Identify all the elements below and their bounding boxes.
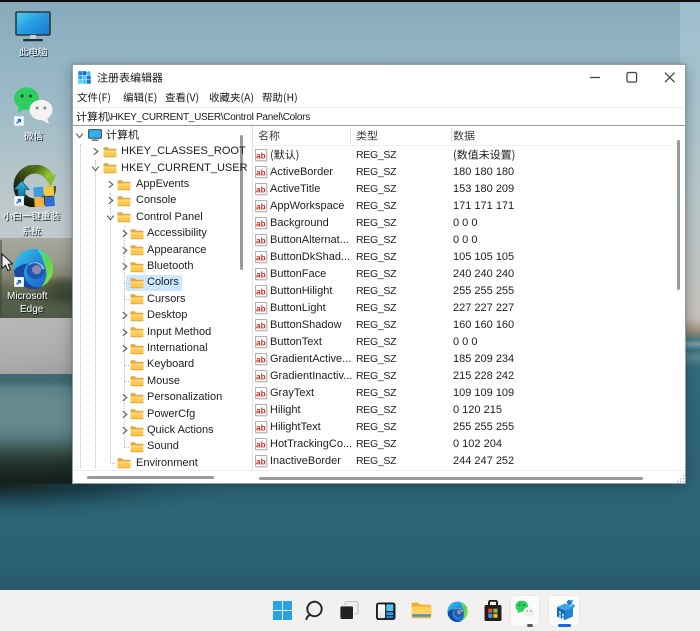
svg-text:ab: ab [256, 406, 266, 415]
svg-text:ab: ab [256, 202, 266, 211]
svg-text:ab: ab [256, 168, 266, 177]
svg-text:ab: ab [256, 440, 266, 449]
svg-text:ab: ab [256, 185, 266, 194]
svg-text:ab: ab [256, 236, 266, 245]
svg-text:ab: ab [256, 270, 266, 279]
svg-text:ab: ab [256, 389, 266, 398]
svg-text:ab: ab [256, 287, 266, 296]
svg-text:ab: ab [256, 372, 266, 381]
svg-text:ab: ab [256, 219, 266, 228]
svg-text:ab: ab [256, 457, 266, 466]
svg-text:ab: ab [256, 338, 266, 347]
svg-text:ab: ab [256, 253, 266, 262]
svg-text:ab: ab [256, 355, 266, 364]
svg-text:ab: ab [256, 423, 266, 432]
svg-text:ab: ab [256, 321, 266, 330]
svg-text:ab: ab [256, 304, 266, 313]
svg-text:ab: ab [256, 151, 266, 160]
